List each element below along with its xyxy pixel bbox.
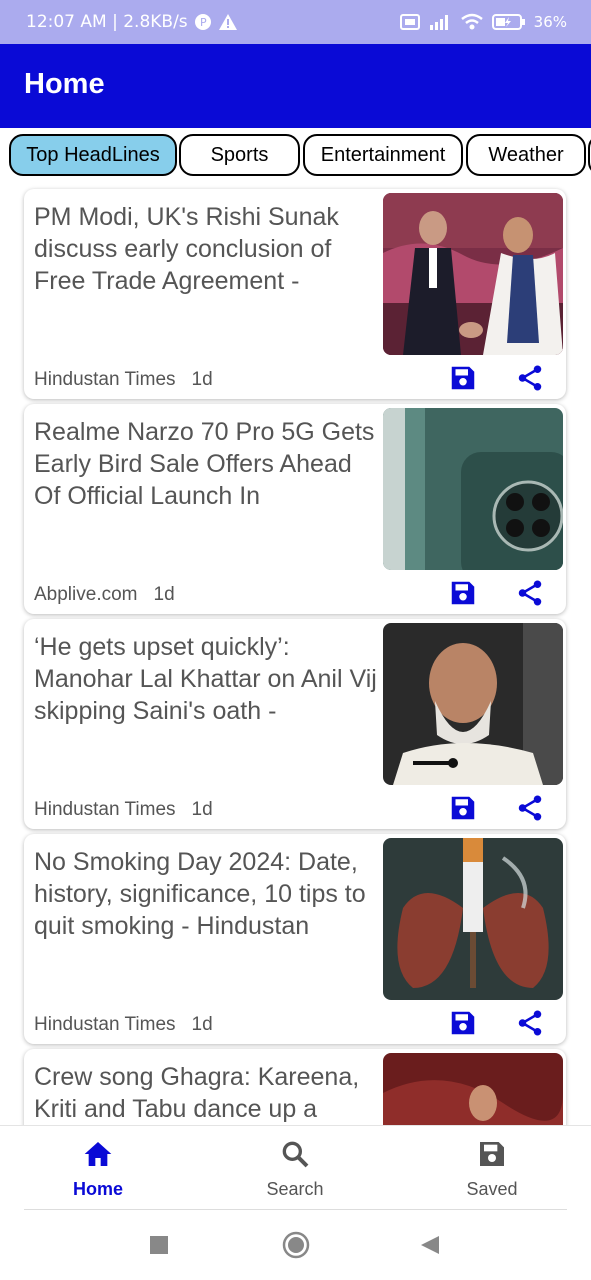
status-bar: 12:07 AM | 2.8KB/s P 36% xyxy=(0,0,591,44)
nav-saved[interactable]: Saved xyxy=(432,1138,552,1200)
svg-text:P: P xyxy=(200,16,207,29)
recents-icon xyxy=(150,1236,168,1254)
tab-entertainment[interactable]: Entertainment xyxy=(303,134,463,176)
signal-icon xyxy=(429,15,448,30)
save-button[interactable] xyxy=(446,576,480,610)
recents-button[interactable] xyxy=(149,1235,169,1255)
save-button[interactable] xyxy=(446,361,480,395)
back-button[interactable] xyxy=(419,1234,441,1256)
wifi-icon xyxy=(460,13,483,30)
article-thumbnail xyxy=(383,408,563,570)
app-bar: Home xyxy=(0,44,591,128)
article-thumbnail xyxy=(383,838,563,1000)
battery-icon xyxy=(491,14,525,30)
share-button[interactable] xyxy=(513,1006,547,1040)
article-meta: Hindustan Times 1d xyxy=(34,799,213,821)
share-icon xyxy=(518,365,542,391)
share-icon xyxy=(518,1010,542,1036)
status-time: 12:07 AM | 2.8KB/s xyxy=(26,12,188,32)
article-meta: Hindustan Times 1d xyxy=(34,369,213,391)
share-button[interactable] xyxy=(513,361,547,395)
article-title: ‘He gets upset quickly’: Manohar Lal Kha… xyxy=(34,633,377,725)
tab-sports[interactable]: Sports xyxy=(179,134,300,176)
battery-percent: 36% xyxy=(533,13,567,31)
share-button[interactable] xyxy=(513,791,547,825)
nav-search-label: Search xyxy=(266,1179,324,1199)
news-card[interactable]: Realme Narzo 70 Pro 5G Gets Early Bird S… xyxy=(24,404,566,614)
share-icon xyxy=(518,795,542,821)
article-thumbnail xyxy=(383,623,563,785)
nav-home[interactable]: Home xyxy=(38,1138,158,1200)
article-age: 1d xyxy=(191,369,213,390)
save-icon xyxy=(451,1011,475,1035)
bottom-navigation: Home Search Saved xyxy=(0,1125,591,1210)
volte-icon xyxy=(399,14,420,30)
article-source: Hindustan Times xyxy=(34,369,176,390)
share-button[interactable] xyxy=(513,576,547,610)
article-age: 1d xyxy=(191,799,213,820)
article-title: Realme Narzo 70 Pro 5G Gets Early Bird S… xyxy=(34,418,375,510)
article-title: No Smoking Day 2024: Date, history, sign… xyxy=(34,848,366,940)
save-icon xyxy=(451,366,475,390)
status-left: 12:07 AM | 2.8KB/s P xyxy=(26,0,238,44)
share-icon xyxy=(518,580,542,606)
news-card[interactable]: ‘He gets upset quickly’: Manohar Lal Kha… xyxy=(24,619,566,829)
save-icon xyxy=(480,1142,504,1166)
article-meta: Abplive.com 1d xyxy=(34,584,175,606)
tab-top-headlines[interactable]: Top HeadLines xyxy=(9,134,177,176)
article-source: Hindustan Times xyxy=(34,799,176,820)
news-card[interactable]: PM Modi, UK's Rishi Sunak discuss early … xyxy=(24,189,566,399)
tab-weather[interactable]: Weather xyxy=(466,134,586,176)
search-icon xyxy=(282,1141,309,1168)
article-title: PM Modi, UK's Rishi Sunak discuss early … xyxy=(34,203,339,295)
nav-search[interactable]: Search xyxy=(235,1138,355,1200)
save-button[interactable] xyxy=(446,791,480,825)
article-source: Hindustan Times xyxy=(34,1014,176,1035)
article-age: 1d xyxy=(191,1014,213,1035)
home-system-button[interactable] xyxy=(281,1230,311,1260)
article-source: Abplive.com xyxy=(34,584,138,605)
article-thumbnail xyxy=(383,193,563,355)
save-button[interactable] xyxy=(446,1006,480,1040)
status-right: 36% xyxy=(399,0,567,44)
home-icon xyxy=(84,1142,112,1166)
article-age: 1d xyxy=(153,584,175,605)
article-meta: Hindustan Times 1d xyxy=(34,1014,213,1036)
article-title: Crew song Ghagra: Kareena, Kriti and Tab… xyxy=(34,1063,360,1123)
data-saver-icon: P xyxy=(194,14,211,30)
home-circle-icon xyxy=(282,1231,310,1259)
back-icon xyxy=(421,1236,439,1254)
page-title: Home xyxy=(24,68,105,100)
system-navigation xyxy=(0,1210,591,1280)
save-icon xyxy=(451,581,475,605)
news-card[interactable]: No Smoking Day 2024: Date, history, sign… xyxy=(24,834,566,1044)
nav-home-label: Home xyxy=(72,1179,123,1199)
save-icon xyxy=(451,796,475,820)
category-tabs: Top HeadLines Sports Entertainment Weath… xyxy=(0,134,591,180)
nav-saved-label: Saved xyxy=(466,1179,518,1199)
warning-icon xyxy=(218,14,237,30)
